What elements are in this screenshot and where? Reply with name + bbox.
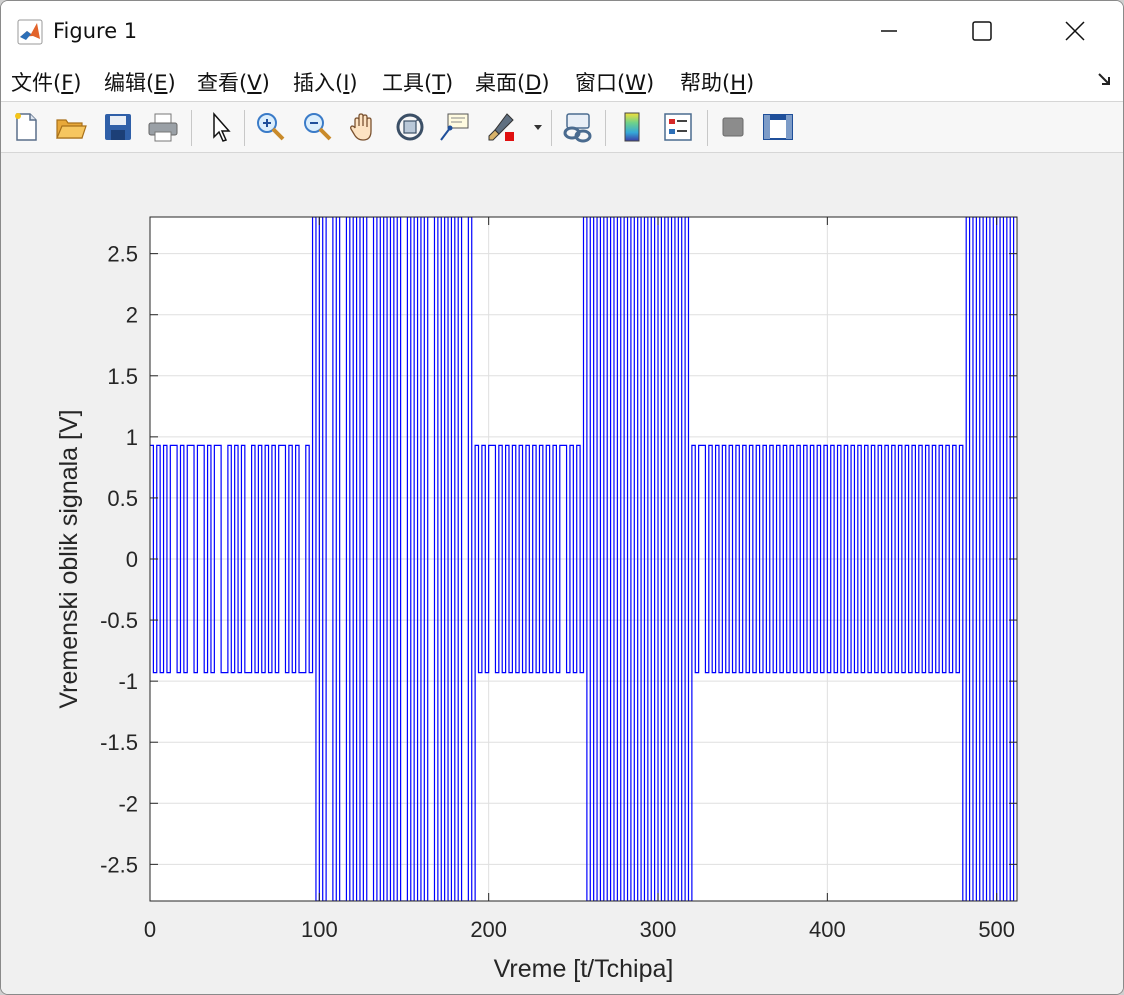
title-bar[interactable]: Figure 1 [1,1,1123,61]
y-tick-label: 2 [126,303,138,328]
brush-icon[interactable] [485,110,519,144]
close-icon [1064,20,1086,42]
y-tick-label: -1.5 [100,730,138,755]
y-tick-label: -0.5 [100,608,138,633]
toolbar-separator [551,110,552,146]
show-plot-tools-icon[interactable] [761,110,795,144]
data-cursor-icon[interactable] [438,110,472,144]
legend-icon[interactable] [661,110,695,144]
y-tick-label: 1 [126,425,138,450]
figure-window: Figure 1 文件(F) 编辑(E) 查看(V) 插入(I) 工具(T) 桌… [0,0,1124,995]
y-tick-label: 0.5 [107,486,138,511]
colorbar-icon[interactable] [615,110,649,144]
maximize-button[interactable] [946,7,1018,55]
menu-desktop[interactable]: 桌面(D) [475,67,550,97]
plot-axes[interactable]: 0 100 200 300 400 500 2.5 2 1.5 1 0.5 0 -0.5 -1 -1.5 -2… [1,153,1123,994]
matlab-logo-icon [17,19,43,45]
menu-window[interactable]: 窗口(W) [575,67,654,97]
y-tick-label: 0 [126,547,138,572]
minimize-button[interactable] [853,7,925,55]
save-icon[interactable] [101,110,135,144]
edit-plot-icon[interactable] [204,110,238,144]
figure-toolbar [1,102,1123,153]
figure-canvas[interactable]: 0 100 200 300 400 500 2.5 2 1.5 1 0.5 0 -0.5 -1 -1.5 -2… [1,153,1123,994]
rotate-3d-icon[interactable] [393,110,427,144]
brush-dropdown-icon[interactable] [531,110,545,144]
y-tick-label: -2.5 [100,852,138,877]
close-button[interactable] [1039,7,1111,55]
link-plot-icon[interactable] [561,110,595,144]
y-tick-label: 1.5 [107,364,138,389]
minimize-icon [879,21,899,41]
hide-plot-tools-icon[interactable] [716,110,750,144]
menu-edit[interactable]: 编辑(E) [104,67,176,97]
window-title: Figure 1 [53,19,138,43]
x-tick-label: 400 [809,917,846,942]
y-tick-label: -1 [118,669,138,694]
toolbar-separator [707,110,708,146]
y-tick-label: -2 [118,791,138,816]
menu-tools[interactable]: 工具(T) [382,67,453,97]
dock-arrow-icon[interactable] [1097,71,1113,92]
zoom-out-icon[interactable] [300,110,334,144]
x-tick-label: 100 [301,917,338,942]
x-tick-label: 200 [470,917,507,942]
menu-insert[interactable]: 插入(I) [293,67,358,97]
menu-file[interactable]: 文件(F) [11,67,82,97]
maximize-icon [971,20,993,42]
x-tick-label: 0 [144,917,156,942]
toolbar-separator [244,110,245,146]
y-axis-label: Vremenski oblik signala [V] [55,409,83,708]
menu-view[interactable]: 查看(V) [197,67,270,97]
menu-bar: 文件(F) 编辑(E) 查看(V) 插入(I) 工具(T) 桌面(D) 窗口(W… [1,61,1123,102]
print-icon[interactable] [146,110,180,144]
x-tick-label: 300 [640,917,677,942]
x-axis-label: Vreme [t/Tchipa] [494,955,674,983]
pan-icon[interactable] [346,110,380,144]
open-file-icon[interactable] [54,110,88,144]
zoom-in-icon[interactable] [253,110,287,144]
x-tick-label: 500 [978,917,1015,942]
toolbar-separator [191,110,192,146]
y-tick-label: 2.5 [107,242,138,267]
toolbar-separator [605,110,606,146]
menu-help[interactable]: 帮助(H) [680,67,754,97]
new-figure-icon[interactable] [9,110,43,144]
